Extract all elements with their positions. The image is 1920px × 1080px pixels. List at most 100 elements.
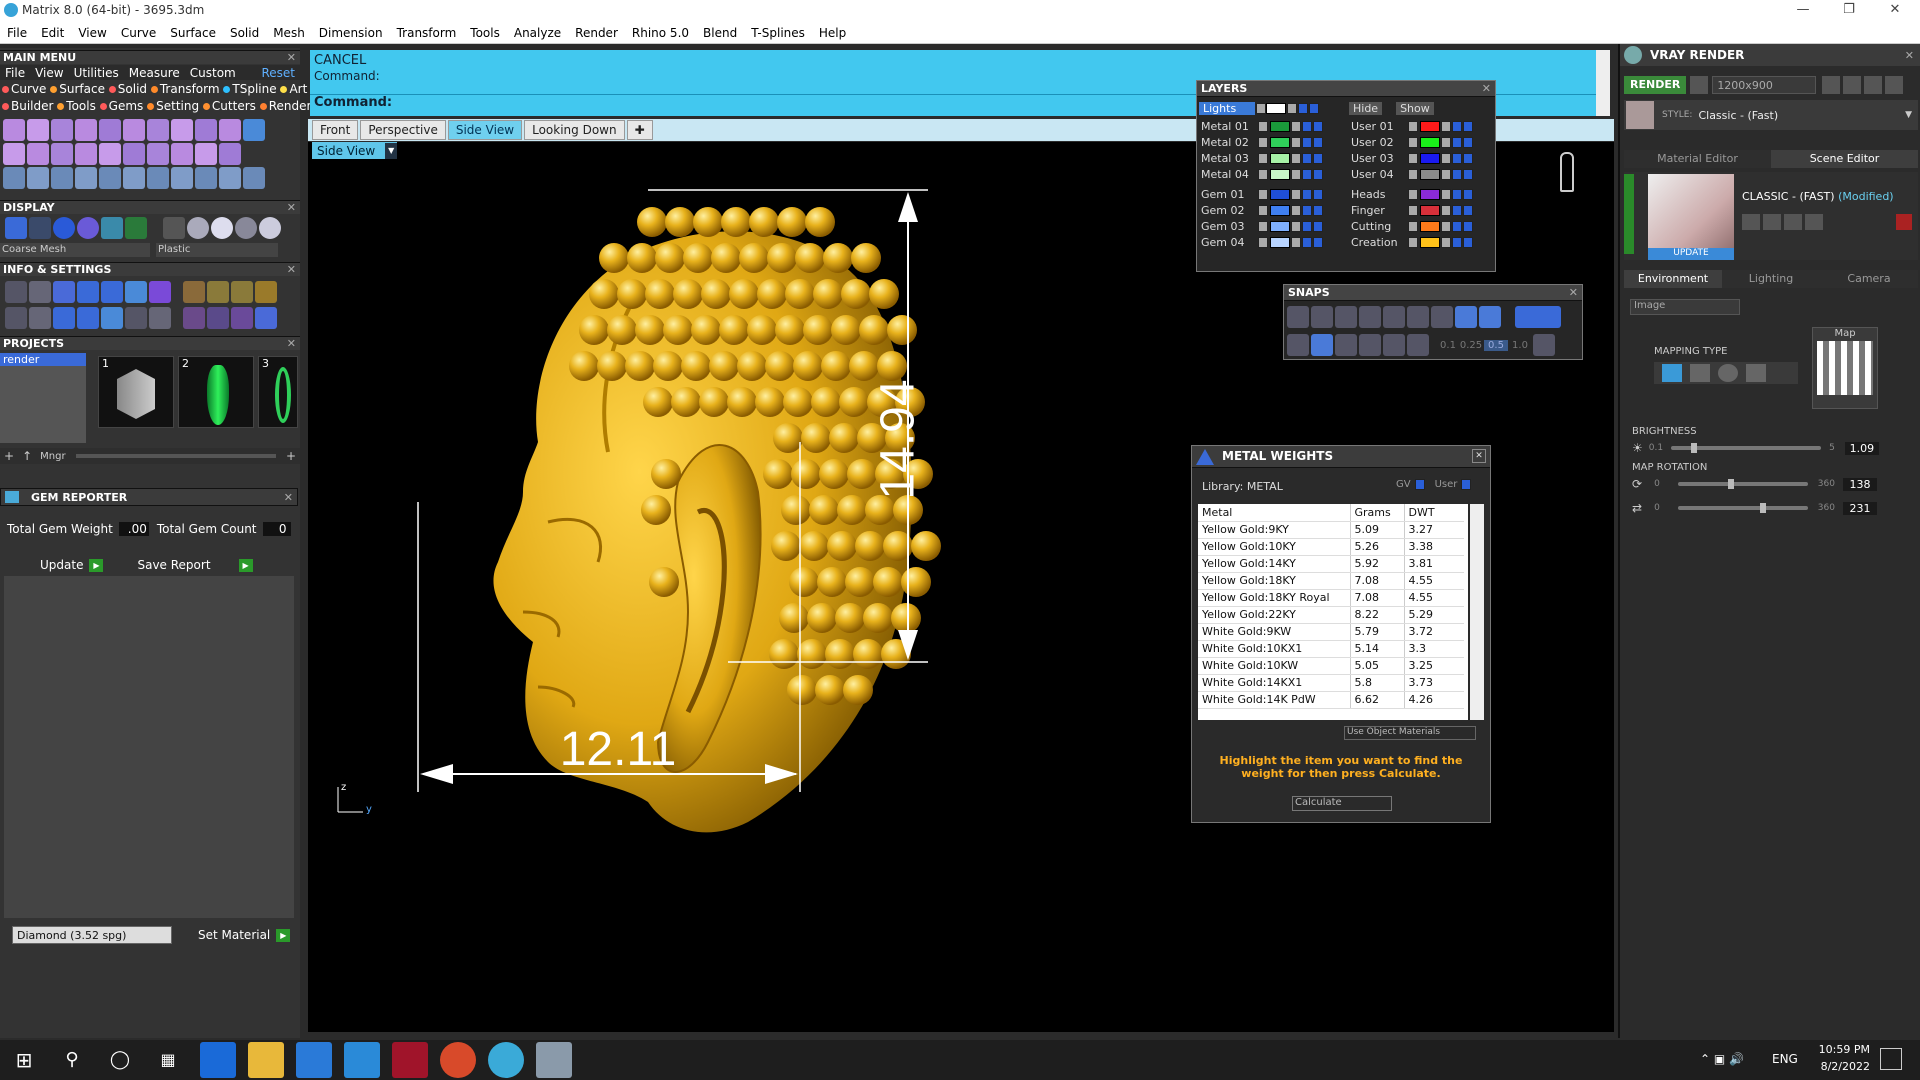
main-menu-custom[interactable]: Custom (185, 66, 241, 80)
layer-color-swatch[interactable] (1420, 188, 1440, 200)
tab-camera[interactable]: Camera (1820, 270, 1918, 288)
minimize-button[interactable]: — (1780, 0, 1826, 22)
scale-tool-icon[interactable] (123, 167, 145, 189)
lock-icon[interactable] (1287, 102, 1297, 114)
lock-icon[interactable] (1291, 120, 1301, 132)
user-option[interactable]: User (1435, 479, 1458, 490)
cluster-icon[interactable] (207, 307, 229, 329)
tab-side-view[interactable]: Side View (447, 120, 523, 140)
copy-icon[interactable] (1763, 214, 1781, 230)
lock-icon[interactable] (1441, 120, 1451, 132)
menu-curve[interactable]: Curve (114, 22, 163, 44)
layer-color-swatch[interactable] (1420, 136, 1440, 148)
expand-icon[interactable] (1258, 220, 1268, 232)
settings-gear-icon[interactable] (5, 281, 27, 303)
rotation-slider-2[interactable] (1677, 503, 1808, 513)
slider-thumb[interactable] (1759, 503, 1766, 513)
layer-color-swatch[interactable] (1420, 120, 1440, 132)
menu-blend[interactable]: Blend (696, 22, 744, 44)
visible-icon[interactable] (1452, 236, 1462, 248)
trim-tool-icon[interactable] (3, 167, 25, 189)
reset-icon[interactable] (1896, 214, 1912, 230)
stone-icon[interactable] (255, 307, 277, 329)
funnel-icon[interactable] (101, 307, 123, 329)
cancel-button[interactable]: CANCEL (314, 53, 366, 68)
rendered-mode-icon[interactable] (53, 217, 75, 239)
orient-tool-icon[interactable] (171, 167, 193, 189)
left-layer-row[interactable]: Metal 01 (1199, 118, 1347, 134)
cortana-icon[interactable]: ◯ (102, 1042, 138, 1078)
active-icon[interactable] (1463, 204, 1473, 216)
save-play-icon[interactable]: ▶ (238, 558, 253, 572)
lights-color[interactable] (1266, 102, 1286, 114)
rot1-value[interactable]: 138 (1842, 477, 1877, 491)
active-icon[interactable] (1313, 188, 1323, 200)
lock-icon[interactable] (1291, 136, 1301, 148)
fillet-tool-icon[interactable] (51, 167, 73, 189)
menu-render[interactable]: Render (568, 22, 625, 44)
visible-icon[interactable] (1302, 120, 1312, 132)
clock-date[interactable]: 8/2/2022 (1810, 1060, 1870, 1073)
cat-setting[interactable]: Setting (147, 99, 199, 113)
sphere-tool-icon[interactable] (51, 143, 73, 165)
mirror-tool-icon[interactable] (195, 167, 217, 189)
active-icon[interactable] (1313, 204, 1323, 216)
expand-icon[interactable] (1408, 136, 1418, 148)
active-icon[interactable] (1313, 220, 1323, 232)
reset-link[interactable]: Reset (256, 66, 300, 80)
windows-start-icon[interactable]: ⊞ (6, 1042, 42, 1078)
file-explorer-icon[interactable] (248, 1042, 284, 1078)
wireframe-mode-icon[interactable] (5, 217, 27, 239)
close-icon[interactable]: ✕ (287, 201, 296, 215)
cylinder-tool-icon[interactable] (195, 119, 217, 141)
lights-expand-icon[interactable] (1256, 102, 1266, 114)
slider-thumb[interactable] (1691, 443, 1698, 453)
visible-icon[interactable] (1452, 120, 1462, 132)
chevron-down-icon[interactable]: ▼ (1905, 110, 1912, 120)
layer-color-swatch[interactable] (1270, 188, 1290, 200)
expand-icon[interactable] (1408, 204, 1418, 216)
active-icon[interactable] (1313, 236, 1323, 248)
white-sphere-icon[interactable] (211, 217, 233, 239)
right-layer-row[interactable]: User 04 (1349, 166, 1497, 182)
cat-gems[interactable]: Gems (99, 99, 143, 113)
visible-icon[interactable] (1302, 168, 1312, 180)
active-icon[interactable] (1313, 136, 1323, 148)
cat-curve[interactable]: Curve (2, 82, 46, 96)
close-icon[interactable]: ✕ (1472, 449, 1486, 463)
snap-perp-icon[interactable] (1383, 306, 1405, 328)
right-layer-row[interactable]: Cutting (1349, 218, 1497, 234)
visible-icon[interactable] (1302, 136, 1312, 148)
col-metal[interactable]: Metal (1198, 504, 1351, 522)
metal-sphere-icon[interactable] (235, 217, 257, 239)
technical-mode-icon[interactable] (125, 217, 147, 239)
layer-color-swatch[interactable] (1420, 236, 1440, 248)
update-play-icon[interactable]: ▶ (89, 558, 104, 572)
brightness-value[interactable]: 1.09 (1844, 441, 1879, 455)
main-menu-measure[interactable]: Measure (124, 66, 185, 80)
ghosted-mode-icon[interactable] (77, 217, 99, 239)
menu-help[interactable]: Help (812, 22, 853, 44)
active-icon[interactable] (1313, 152, 1323, 164)
rotate-tool-icon[interactable] (27, 167, 49, 189)
grid-icon[interactable] (1533, 334, 1555, 356)
frame-icon[interactable] (255, 281, 277, 303)
menu-tsplines[interactable]: T-Splines (744, 22, 812, 44)
expand-icon[interactable] (1258, 236, 1268, 248)
active-icon[interactable] (1463, 220, 1473, 232)
update-preview-button[interactable]: UPDATE (1648, 248, 1734, 260)
cube-tool-icon[interactable] (123, 119, 145, 141)
zoom-icon[interactable] (29, 281, 51, 303)
visible-icon[interactable] (1452, 220, 1462, 232)
pipe-tool-icon[interactable] (99, 143, 121, 165)
task-view-icon[interactable]: ▦ (150, 1042, 186, 1078)
snap-end-icon[interactable] (1287, 306, 1309, 328)
wedge-tool-icon[interactable] (219, 143, 241, 165)
slider-thumb[interactable] (1727, 479, 1734, 489)
expand-icon[interactable] (1258, 168, 1268, 180)
table-row[interactable]: White Gold:14K PdW 6.62 4.26 (1198, 691, 1464, 709)
group-tool-icon[interactable] (219, 119, 241, 141)
light-probe-icon[interactable] (1560, 152, 1574, 192)
tray-icons[interactable]: ⌃ ▣ 🔊 (1700, 1052, 1744, 1066)
update-button[interactable]: Update (40, 558, 83, 572)
